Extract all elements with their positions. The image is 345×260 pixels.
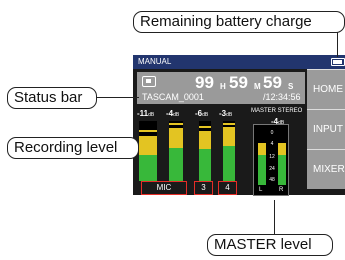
minutes-unit: M	[254, 82, 261, 91]
home-button[interactable]: HOME	[307, 69, 345, 109]
meter-peak-hold	[223, 122, 235, 125]
meter-yellow-segment	[139, 136, 157, 155]
battery-icon	[331, 58, 345, 66]
battery-fill	[333, 60, 342, 64]
master-meter-group: 0 4 12 24 48 L R	[253, 124, 289, 196]
mode-title: MANUAL	[138, 57, 172, 66]
meter-yellow-segment	[278, 142, 286, 156]
channel-1-db-unit: dB	[148, 112, 155, 118]
title-bar: MANUAL	[133, 55, 345, 69]
meter-peak-hold	[169, 123, 183, 126]
meter-green-segment	[278, 155, 286, 185]
master-level-callout: MASTER level	[207, 234, 333, 256]
hours-value: 99	[195, 73, 214, 92]
channel-3-db: -6dB	[195, 109, 208, 118]
stop-icon	[142, 76, 156, 87]
master-label: MASTER STEREO	[251, 108, 303, 114]
meter-peak-hold	[199, 126, 211, 128]
home-button-label: HOME	[313, 84, 343, 95]
channel-2-db: -4dB	[166, 109, 179, 118]
master-left-label: L	[259, 187, 263, 193]
input-4-chip[interactable]: 4	[218, 181, 237, 195]
channel-2-db-unit: dB	[173, 112, 180, 118]
battery-leader	[337, 31, 339, 57]
master-right-label: R	[279, 187, 284, 193]
status-bar-leader	[97, 97, 139, 99]
input-4-label: 4	[225, 183, 230, 192]
channel-1-db: -11dB	[137, 109, 154, 118]
input-3-chip[interactable]: 3	[194, 181, 213, 195]
status-bar-callout: Status bar	[7, 87, 97, 109]
meter-yellow-segment	[223, 126, 235, 147]
recorder-screen: MANUAL 99 H 59 M 59 S TASCAM_0001 /12:34…	[133, 55, 345, 195]
meter-peak-hold	[139, 130, 157, 133]
mixer-button[interactable]: MIXER	[307, 149, 345, 189]
master-scale-0: 0	[270, 130, 274, 136]
meter-yellow-segment	[199, 130, 211, 149]
file-name: TASCAM_0001	[142, 92, 204, 102]
master-level-leader	[274, 200, 276, 234]
master-scale-12: 12	[269, 154, 275, 160]
channel-4-db: -3dB	[219, 109, 232, 118]
status-bar: 99 H 59 M 59 S TASCAM_0001 /12:34:56	[137, 72, 305, 104]
battery-callout-label: Remaining battery charge	[140, 13, 312, 30]
meter-yellow-segment	[169, 128, 183, 148]
battery-callout: Remaining battery charge	[133, 11, 345, 33]
master-level-callout-label: MASTER level	[214, 236, 312, 253]
master-scale-4: 4	[270, 141, 274, 147]
recording-level-callout: Recording level	[7, 137, 139, 159]
seconds-value: 59	[263, 73, 282, 92]
seconds-unit: S	[288, 82, 294, 91]
channel-1-db-value: -11	[137, 109, 149, 118]
elapsed-time: /12:34:56	[263, 92, 301, 102]
channel-3-db-unit: dB	[202, 112, 209, 118]
channel-4-db-unit: dB	[226, 112, 233, 118]
input-button-label: INPUT	[313, 124, 343, 135]
hours-unit: H	[220, 82, 226, 91]
master-right-meter	[278, 131, 286, 185]
input-mic-label: MIC	[156, 183, 172, 192]
status-bar-callout-label: Status bar	[14, 89, 83, 106]
master-scale-24: 24	[269, 166, 275, 172]
input-3-label: 3	[201, 183, 206, 192]
minutes-value: 59	[229, 73, 248, 92]
master-scale-48: 48	[269, 177, 275, 183]
stop-square	[146, 79, 151, 83]
mixer-button-label: MIXER	[313, 164, 345, 175]
input-chip-bar: MIC 3 4	[137, 181, 247, 195]
input-mic-chip[interactable]: MIC	[141, 181, 187, 195]
input-button[interactable]: INPUT	[307, 109, 345, 149]
recording-level-callout-label: Recording level	[14, 139, 118, 156]
